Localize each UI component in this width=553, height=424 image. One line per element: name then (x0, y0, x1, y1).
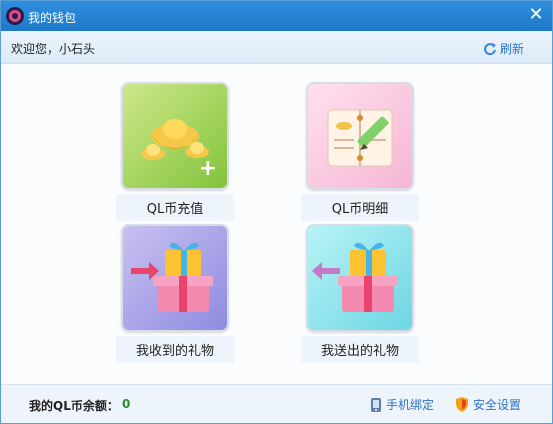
gold-ingot-plus-icon: + (121, 82, 229, 190)
window-title: 我的钱包 (28, 11, 77, 25)
balance-label: 我的QL币余额： (29, 399, 119, 413)
title-bar: 我的钱包 ✕ (1, 1, 552, 31)
welcome-text: 欢迎您，小石头 (11, 42, 96, 56)
tile-recharge[interactable]: + QL币充值 (116, 82, 234, 221)
gift-received-icon (121, 224, 229, 332)
refresh-label: 刷新 (499, 42, 524, 56)
plus-icon: + (198, 156, 217, 181)
phone-icon (371, 397, 381, 412)
footer-bar: 我的QL币余额： 0 手机绑定 安全设置 (1, 384, 552, 423)
tile-gifts-received[interactable]: 我收到的礼物 (116, 224, 234, 363)
wallet-window: 我的钱包 ✕ 欢迎您，小石头 刷新 + QL币充值 QL币明细 我收到的礼物 我… (0, 0, 553, 424)
gift-sent-icon (306, 224, 414, 332)
tile-gifts-received-label: 我收到的礼物 (116, 336, 234, 363)
shield-icon (456, 397, 468, 412)
refresh-button[interactable]: 刷新 (483, 40, 524, 57)
main-panel: + QL币充值 QL币明细 我收到的礼物 我送出的礼物 (1, 64, 552, 386)
tile-gifts-sent[interactable]: 我送出的礼物 (301, 224, 419, 363)
tile-details[interactable]: QL币明细 (301, 82, 419, 221)
phone-bind-link[interactable]: 手机绑定 (370, 396, 434, 413)
tile-recharge-label: QL币充值 (116, 194, 234, 221)
header-bar: 欢迎您，小石头 刷新 (1, 31, 552, 64)
ledger-pencil-icon (306, 82, 414, 190)
refresh-icon (484, 42, 496, 55)
tile-gifts-sent-label: 我送出的礼物 (301, 336, 419, 363)
app-logo-icon (6, 7, 24, 25)
tile-details-label: QL币明细 (301, 194, 419, 221)
security-label: 安全设置 (473, 398, 522, 412)
security-settings-link[interactable]: 安全设置 (455, 396, 521, 413)
close-button[interactable]: ✕ (527, 6, 545, 24)
balance-value: 0 (122, 397, 131, 411)
phone-bind-label: 手机绑定 (386, 398, 435, 412)
